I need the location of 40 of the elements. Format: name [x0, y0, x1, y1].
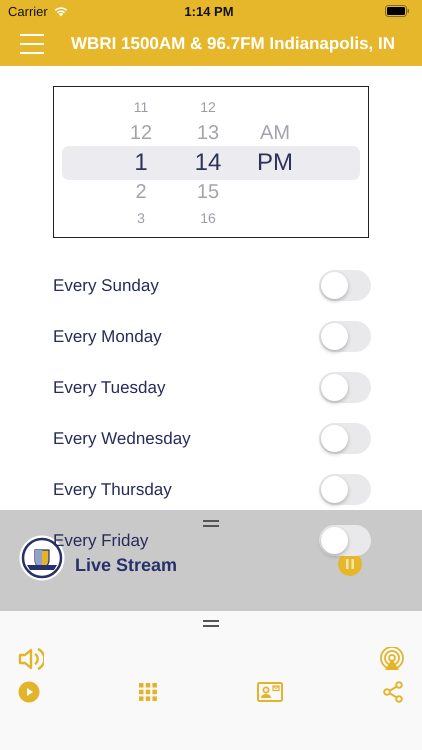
picker-value[interactable]: 11: [134, 95, 148, 119]
alarm-label: Every Sunday: [53, 276, 159, 296]
picker-value[interactable]: 1: [134, 147, 148, 178]
picker-value[interactable]: 15: [196, 178, 220, 206]
picker-value[interactable]: 16: [200, 206, 216, 230]
picker-value[interactable]: PM: [257, 147, 293, 178]
toggle-switch[interactable]: [319, 270, 371, 301]
picker-value[interactable]: 13: [196, 119, 220, 147]
picker-value[interactable]: 12: [130, 119, 152, 147]
alarm-label: Every Tuesday: [53, 378, 166, 398]
grid-icon[interactable]: [139, 683, 158, 701]
battery-icon: [384, 5, 410, 17]
carrier-label: Carrier: [8, 4, 48, 18]
toggle-switch[interactable]: [319, 372, 371, 403]
picker-value[interactable]: AM: [260, 119, 290, 147]
contact-card-icon[interactable]: [256, 682, 283, 702]
menu-icon[interactable]: [20, 33, 44, 55]
pause-icon: [346, 559, 354, 569]
alarm-label: Every Wednesday: [53, 428, 191, 448]
status-time: 1:14 PM: [184, 4, 234, 18]
speaker-icon[interactable]: [18, 647, 44, 671]
wifi-icon: [52, 5, 69, 17]
alarm-label: Every Friday: [53, 530, 148, 550]
share-icon[interactable]: [382, 681, 404, 703]
airplay-icon[interactable]: [379, 647, 405, 671]
picker-value[interactable]: 14: [194, 147, 222, 178]
toggle-switch[interactable]: [319, 474, 371, 505]
picker-value[interactable]: 2: [135, 178, 147, 206]
picker-value[interactable]: 12: [200, 95, 216, 119]
drag-handle-icon[interactable]: [203, 520, 219, 527]
picker-value[interactable]: 3: [137, 206, 145, 230]
toggle-switch[interactable]: [319, 423, 371, 454]
alarm-label: Every Thursday: [53, 480, 172, 500]
stream-title: Live Stream: [75, 554, 178, 576]
alarm-label: Every Monday: [53, 326, 162, 346]
toggle-switch[interactable]: [319, 321, 371, 352]
station-title: WBRI 1500AM & 96.7FM Indianapolis, IN: [71, 34, 396, 54]
time-picker[interactable]: 11 12 1 2 3 12 13 14 15 16 AM PM: [53, 86, 369, 238]
play-icon[interactable]: [18, 681, 40, 703]
drag-handle-icon[interactable]: [203, 620, 219, 627]
